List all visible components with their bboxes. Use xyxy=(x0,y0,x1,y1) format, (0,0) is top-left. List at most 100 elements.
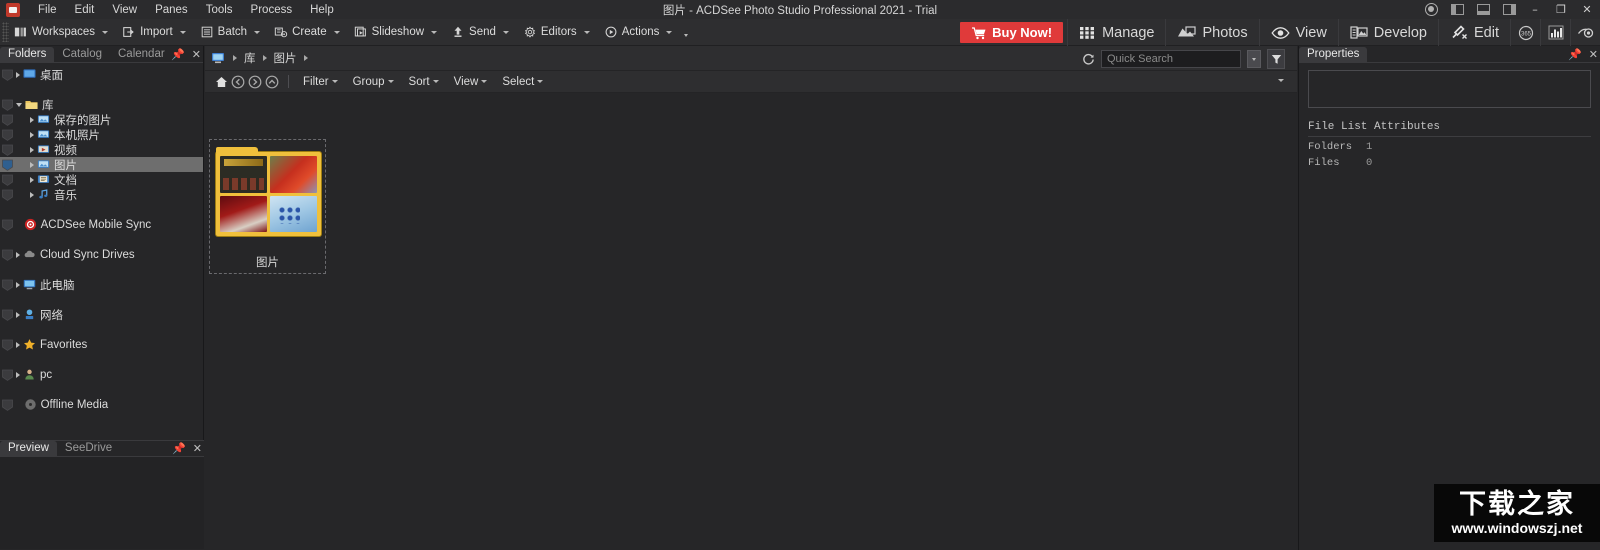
catalog-badge-icon[interactable] xyxy=(2,219,13,231)
expand-arrow-closed-icon[interactable] xyxy=(30,146,34,153)
expand-arrow-closed-icon[interactable] xyxy=(30,191,34,198)
catalog-badge-icon[interactable] xyxy=(2,249,13,261)
catalog-badge-icon[interactable] xyxy=(2,99,13,111)
expand-arrow-closed-icon[interactable] xyxy=(16,371,20,378)
acdsee-365-button[interactable]: 365 xyxy=(1510,19,1540,46)
toolbar-import-button[interactable]: Import xyxy=(117,22,195,43)
catalog-badge-icon[interactable] xyxy=(2,309,13,321)
catalog-badge-icon[interactable] xyxy=(2,129,13,141)
tab-seedrive[interactable]: SeeDrive xyxy=(57,441,120,456)
expand-arrow-closed-icon[interactable] xyxy=(30,116,34,123)
chevron-down-icon[interactable] xyxy=(179,30,186,34)
browse-controls-overflow-chevron-icon[interactable] xyxy=(1278,79,1284,82)
restore-button[interactable]: ❐ xyxy=(1548,0,1574,19)
thumbnail-item-folder[interactable]: 图片 xyxy=(209,139,326,274)
catalog-badge-icon[interactable] xyxy=(2,69,13,81)
breadcrumb-item-0[interactable]: 库 xyxy=(242,48,258,68)
home-button[interactable] xyxy=(213,74,229,90)
catalog-badge-icon[interactable] xyxy=(2,369,13,381)
toolbar-overflow-chevron-icon[interactable] xyxy=(684,33,689,37)
catalog-badge-icon[interactable] xyxy=(2,114,13,126)
toolbar-create-button[interactable]: Create xyxy=(269,22,349,43)
toolbar-batch-button[interactable]: Batch xyxy=(195,22,269,43)
expand-arrow-closed-icon[interactable] xyxy=(16,311,20,318)
tree-item-桌面[interactable]: 桌面 xyxy=(0,67,203,82)
expand-arrow-closed-icon[interactable] xyxy=(30,161,34,168)
catalog-badge-icon[interactable] xyxy=(2,189,13,201)
toolbar-slideshow-button[interactable]: Slideshow xyxy=(349,22,446,43)
account-button[interactable] xyxy=(1418,0,1444,19)
pin-icon[interactable]: 📌 xyxy=(1568,50,1582,61)
chevron-down-icon[interactable] xyxy=(502,30,509,34)
tree-item-ACDSee Mobile Sync[interactable]: ACDSee Mobile Sync xyxy=(0,217,203,232)
mode-develop-button[interactable]: Develop xyxy=(1337,19,1438,46)
pin-icon[interactable]: 📌 xyxy=(172,444,186,455)
eye-compare-button[interactable] xyxy=(1570,19,1600,46)
tree-item-网络[interactable]: 网络 xyxy=(0,307,203,322)
tree-item-视频[interactable]: 视频 xyxy=(0,142,203,157)
toolbar-send-button[interactable]: Send xyxy=(446,22,518,43)
chevron-down-icon[interactable] xyxy=(431,30,438,34)
close-icon[interactable]: ✕ xyxy=(1589,50,1598,61)
expand-arrow-open-icon[interactable] xyxy=(16,102,22,107)
close-icon[interactable]: ✕ xyxy=(193,444,202,455)
breadcrumb-item-1[interactable]: 图片 xyxy=(272,48,299,68)
tree-item-文档[interactable]: 文档 xyxy=(0,172,203,187)
catalog-badge-icon[interactable] xyxy=(2,174,13,186)
forward-button[interactable] xyxy=(247,74,263,90)
close-button[interactable]: ✕ xyxy=(1574,0,1600,19)
mode-view-button[interactable]: View xyxy=(1258,19,1338,46)
expand-arrow-closed-icon[interactable] xyxy=(16,71,20,78)
chevron-down-icon[interactable] xyxy=(583,30,590,34)
tab-catalog[interactable]: Catalog xyxy=(54,47,110,62)
toolbar-actions-button[interactable]: Actions xyxy=(599,22,682,43)
chevron-down-icon[interactable] xyxy=(102,30,109,34)
expand-arrow-closed-icon[interactable] xyxy=(30,176,34,183)
tree-item-库[interactable]: 库 xyxy=(0,97,203,112)
toolbar-workspaces-button[interactable]: Workspaces xyxy=(9,22,117,43)
tree-item-音乐[interactable]: 音乐 xyxy=(0,187,203,202)
close-icon[interactable]: ✕ xyxy=(192,50,201,61)
layout-left-panel-button[interactable] xyxy=(1444,0,1470,19)
minimize-button[interactable]: – xyxy=(1522,0,1548,19)
tab-properties[interactable]: Properties xyxy=(1299,47,1368,62)
select-menu-button[interactable]: Select xyxy=(496,74,551,90)
view-menu-button[interactable]: View xyxy=(448,74,496,90)
buy-now-button[interactable]: Buy Now! xyxy=(960,22,1064,43)
catalog-badge-icon[interactable] xyxy=(2,339,13,351)
histogram-button[interactable] xyxy=(1540,19,1570,46)
tree-item-pc[interactable]: pc xyxy=(0,367,203,382)
expand-arrow-closed-icon[interactable] xyxy=(16,251,20,258)
catalog-badge-icon[interactable] xyxy=(2,144,13,156)
pin-icon[interactable]: 📌 xyxy=(171,50,185,61)
up-button[interactable] xyxy=(264,74,280,90)
layout-right-panel-button[interactable] xyxy=(1496,0,1522,19)
tree-item-Favorites[interactable]: Favorites xyxy=(0,337,203,352)
catalog-badge-icon[interactable] xyxy=(2,159,13,171)
catalog-badge-icon[interactable] xyxy=(2,399,13,411)
layout-bottom-panel-button[interactable] xyxy=(1470,0,1496,19)
group-menu-button[interactable]: Group xyxy=(347,74,402,90)
filter-menu-button[interactable]: Filter xyxy=(297,74,346,90)
catalog-badge-icon[interactable] xyxy=(2,279,13,291)
chevron-down-icon[interactable] xyxy=(333,30,340,34)
tree-item-保存的图片[interactable]: 保存的图片 xyxy=(0,112,203,127)
menu-edit[interactable]: Edit xyxy=(67,1,103,19)
tab-preview[interactable]: Preview xyxy=(0,441,57,456)
chevron-down-icon[interactable] xyxy=(666,30,673,34)
refresh-icon[interactable] xyxy=(1082,53,1095,66)
menu-panes[interactable]: Panes xyxy=(147,1,196,19)
tree-item-图片[interactable]: 图片 xyxy=(0,157,203,172)
tab-folders[interactable]: Folders xyxy=(0,47,55,62)
mode-manage-button[interactable]: Manage xyxy=(1067,19,1165,46)
menu-help[interactable]: Help xyxy=(302,1,342,19)
quick-search-box[interactable] xyxy=(1101,50,1241,68)
expand-arrow-closed-icon[interactable] xyxy=(16,341,20,348)
mode-photos-button[interactable]: Photos xyxy=(1165,19,1258,46)
menu-file[interactable]: File xyxy=(30,1,65,19)
tree-item-本机照片[interactable]: 本机照片 xyxy=(0,127,203,142)
toolbar-editors-button[interactable]: Editors xyxy=(518,22,599,43)
menu-view[interactable]: View xyxy=(104,1,145,19)
expand-arrow-closed-icon[interactable] xyxy=(30,131,34,138)
search-dropdown-button[interactable] xyxy=(1247,50,1261,68)
